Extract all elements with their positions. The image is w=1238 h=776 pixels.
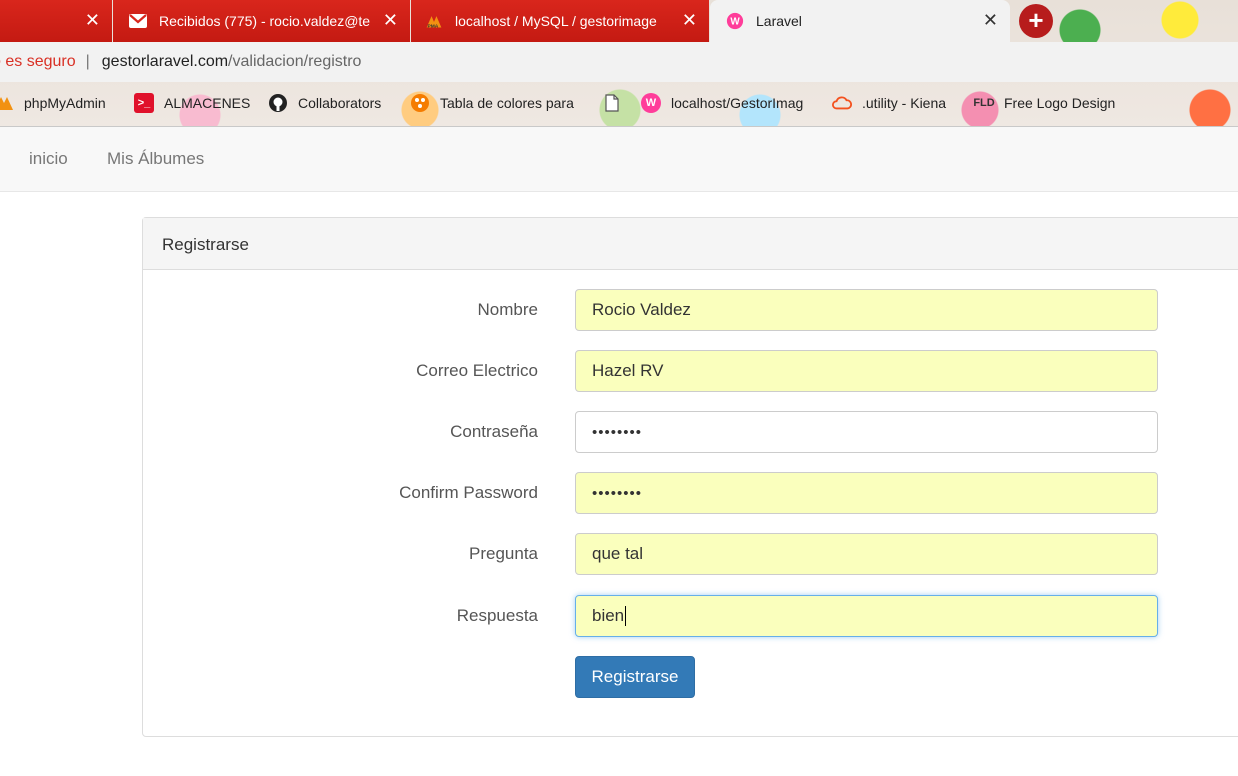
correo-input[interactable]: Hazel RV xyxy=(575,350,1158,392)
form-row-confirm-password: Confirm Password •••••••• xyxy=(143,472,1238,514)
github-icon xyxy=(268,93,288,113)
registrarse-button[interactable]: Registrarse xyxy=(575,656,695,698)
bookmark-label: Free Logo Design xyxy=(1004,95,1116,111)
bookmarks-bar: phpMyAdmin >_ ALMACENES Collaborators Ta… xyxy=(0,82,1238,127)
respuesta-value: bien xyxy=(592,606,625,625)
url-host: gestorlaravel.com xyxy=(101,53,229,70)
panel-title: Registrarse xyxy=(143,218,1238,270)
bookmark-gestorimag[interactable]: W localhost/GestorImag xyxy=(641,93,813,113)
text-caret xyxy=(625,606,627,626)
bookmark-phpmyadmin[interactable]: phpMyAdmin xyxy=(0,93,106,113)
nombre-value: Rocio Valdez xyxy=(592,300,691,319)
terminal-icon: >_ xyxy=(134,93,154,113)
nombre-label: Nombre xyxy=(477,300,538,319)
close-icon[interactable]: ✕ xyxy=(983,11,998,29)
browser-chrome: ✕ Recibidos (775) - rocio.valdez@te ✕ PM… xyxy=(0,0,1238,127)
bookmark-label: .utility - Kiena xyxy=(862,95,947,111)
nombre-input[interactable]: Rocio Valdez xyxy=(575,289,1158,331)
contrasena-value: •••••••• xyxy=(592,423,643,441)
wamp-icon: W xyxy=(641,93,661,113)
navbar: inicio Mis Álbumes xyxy=(0,127,1238,192)
palette-icon xyxy=(410,93,430,113)
respuesta-label: Respuesta xyxy=(456,606,538,625)
form-row-correo: Correo Electrico Hazel RV xyxy=(143,350,1238,392)
register-panel: Registrarse Nombre Rocio Valdez Correo E… xyxy=(142,217,1238,737)
page-icon xyxy=(602,93,622,113)
contrasena-input[interactable]: •••••••• xyxy=(575,411,1158,453)
form-row-pregunta: Pregunta que tal xyxy=(143,533,1238,575)
tab-previous[interactable]: ✕ xyxy=(0,0,112,42)
security-indicator[interactable]: o es seguro xyxy=(0,53,76,71)
bookmark-label: ALMACENES xyxy=(164,95,251,111)
tab-phpmyadmin[interactable]: PMA localhost / MySQL / gestorimage ✕ xyxy=(411,0,709,42)
cloud-icon xyxy=(832,93,852,113)
close-icon[interactable]: ✕ xyxy=(85,11,100,29)
address-separator: | xyxy=(85,53,90,70)
bookmark-utility-kiena[interactable]: .utility - Kiena xyxy=(832,93,946,113)
new-tab-button[interactable]: + xyxy=(1019,4,1053,38)
close-icon[interactable]: ✕ xyxy=(682,11,697,29)
tab-gmail[interactable]: Recibidos (775) - rocio.valdez@te ✕ xyxy=(113,0,410,42)
correo-label: Correo Electrico xyxy=(416,361,538,380)
respuesta-input[interactable]: bien xyxy=(575,595,1158,637)
phpmyadmin-icon: PMA xyxy=(425,12,443,30)
form-row-contrasena: Contraseña •••••••• xyxy=(143,411,1238,453)
address-bar[interactable]: o es seguro | gestorlaravel.com /validac… xyxy=(0,42,1238,82)
bookmark-label: phpMyAdmin xyxy=(24,95,106,111)
nav-link-inicio[interactable]: inicio xyxy=(29,149,68,169)
contrasena-label: Contraseña xyxy=(450,422,538,441)
bookmark-collaborators[interactable]: Collaborators xyxy=(268,93,381,113)
bookmark-page[interactable] xyxy=(602,93,632,113)
gmail-icon xyxy=(129,12,147,30)
tab-laravel[interactable]: W Laravel ✕ xyxy=(710,0,1010,42)
nav-link-mis-albumes[interactable]: Mis Álbumes xyxy=(107,149,204,169)
form-row-nombre: Nombre Rocio Valdez xyxy=(143,289,1238,331)
bookmark-free-logo-design[interactable]: FLD Free Logo Design xyxy=(973,93,1116,113)
svg-text:W: W xyxy=(730,17,740,28)
bookmark-tabla-colores[interactable]: Tabla de colores para xyxy=(410,93,580,113)
correo-value: Hazel RV xyxy=(592,361,664,380)
url-path: /validacion/registro xyxy=(228,53,362,70)
confirm-password-label: Confirm Password xyxy=(399,483,538,502)
confirm-password-value: •••••••• xyxy=(592,484,643,502)
svg-text:PMA: PMA xyxy=(427,24,438,30)
tab-title: localhost / MySQL / gestorimage xyxy=(455,13,657,29)
close-icon[interactable]: ✕ xyxy=(383,11,398,29)
bookmark-label: Collaborators xyxy=(298,95,382,111)
tab-title: Recibidos (775) - rocio.valdez@te xyxy=(159,13,371,29)
fld-icon: FLD xyxy=(973,97,995,109)
pregunta-label: Pregunta xyxy=(469,544,538,563)
phpmyadmin-icon xyxy=(0,93,14,113)
tab-title: Laravel xyxy=(756,13,802,29)
tab-strip: ✕ Recibidos (775) - rocio.valdez@te ✕ PM… xyxy=(0,0,1238,42)
bookmark-almacenes[interactable]: >_ ALMACENES xyxy=(134,93,250,113)
form-row-respuesta: Respuesta bien xyxy=(143,595,1238,637)
pregunta-input[interactable]: que tal xyxy=(575,533,1158,575)
confirm-password-input[interactable]: •••••••• xyxy=(575,472,1158,514)
laravel-icon: W xyxy=(726,12,744,30)
bookmark-label: Tabla de colores para xyxy=(440,95,574,111)
bookmark-label: localhost/GestorImag xyxy=(671,95,804,111)
pregunta-value: que tal xyxy=(592,544,644,563)
